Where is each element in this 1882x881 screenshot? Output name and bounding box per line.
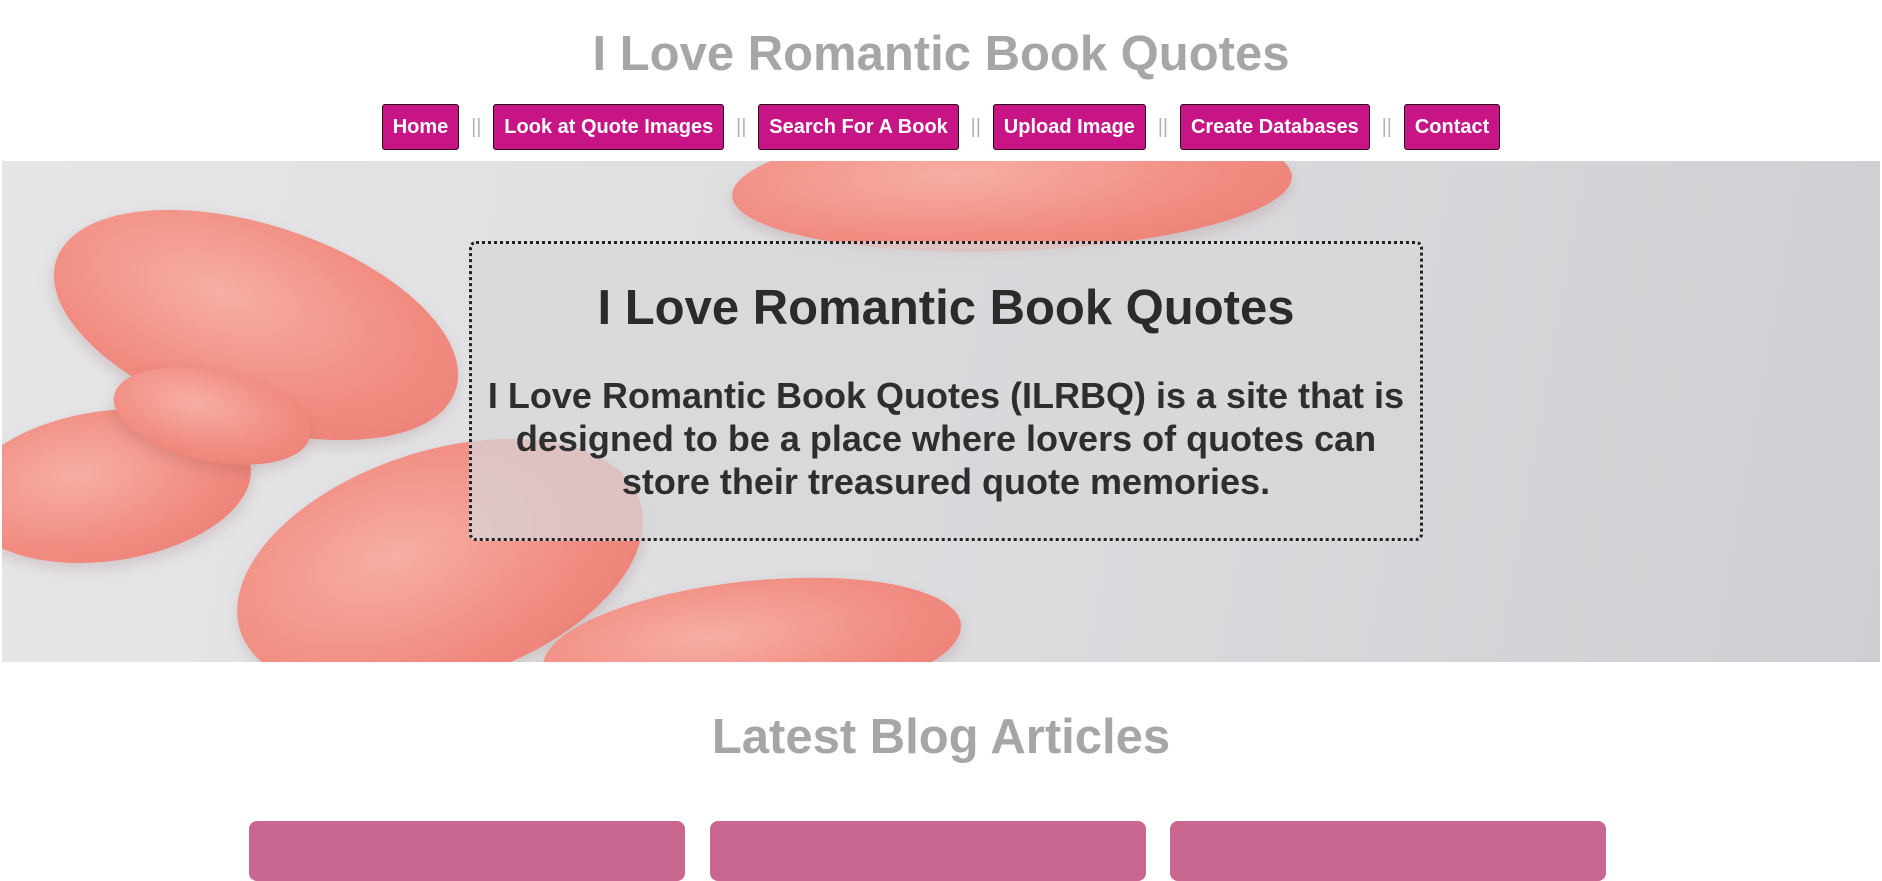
- blog-article-card[interactable]: [710, 821, 1146, 881]
- nav-search-book-button[interactable]: Search For A Book: [758, 104, 959, 150]
- nav-create-databases-button[interactable]: Create Databases: [1179, 104, 1370, 150]
- blog-section-title: Latest Blog Articles: [711, 710, 1171, 764]
- nav-separator: ||: [471, 115, 482, 138]
- hero-intro-box: I Love Romantic Book Quotes I Love Roman…: [469, 241, 1423, 541]
- hero-heading: I Love Romantic Book Quotes: [597, 281, 1295, 335]
- blog-article-card[interactable]: [249, 821, 685, 881]
- nav-home-button[interactable]: Home: [381, 104, 460, 150]
- nav-separator: ||: [1381, 115, 1392, 138]
- nav-contact-button[interactable]: Contact: [1403, 104, 1501, 150]
- nav-upload-image-button[interactable]: Upload Image: [992, 104, 1146, 150]
- hero-banner: I Love Romantic Book Quotes I Love Roman…: [2, 161, 1880, 662]
- blog-article-card[interactable]: [1170, 821, 1606, 881]
- nav-separator: ||: [970, 115, 981, 138]
- hero-description: I Love Romantic Book Quotes (ILRBQ) is a…: [487, 375, 1405, 502]
- nav-separator: ||: [1157, 115, 1169, 138]
- main-nav: Home || Look at Quote Images || Search F…: [0, 104, 1882, 150]
- site-title: I Love Romantic Book Quotes: [592, 27, 1290, 81]
- nav-quote-images-button[interactable]: Look at Quote Images: [493, 104, 725, 150]
- nav-separator: ||: [736, 115, 747, 138]
